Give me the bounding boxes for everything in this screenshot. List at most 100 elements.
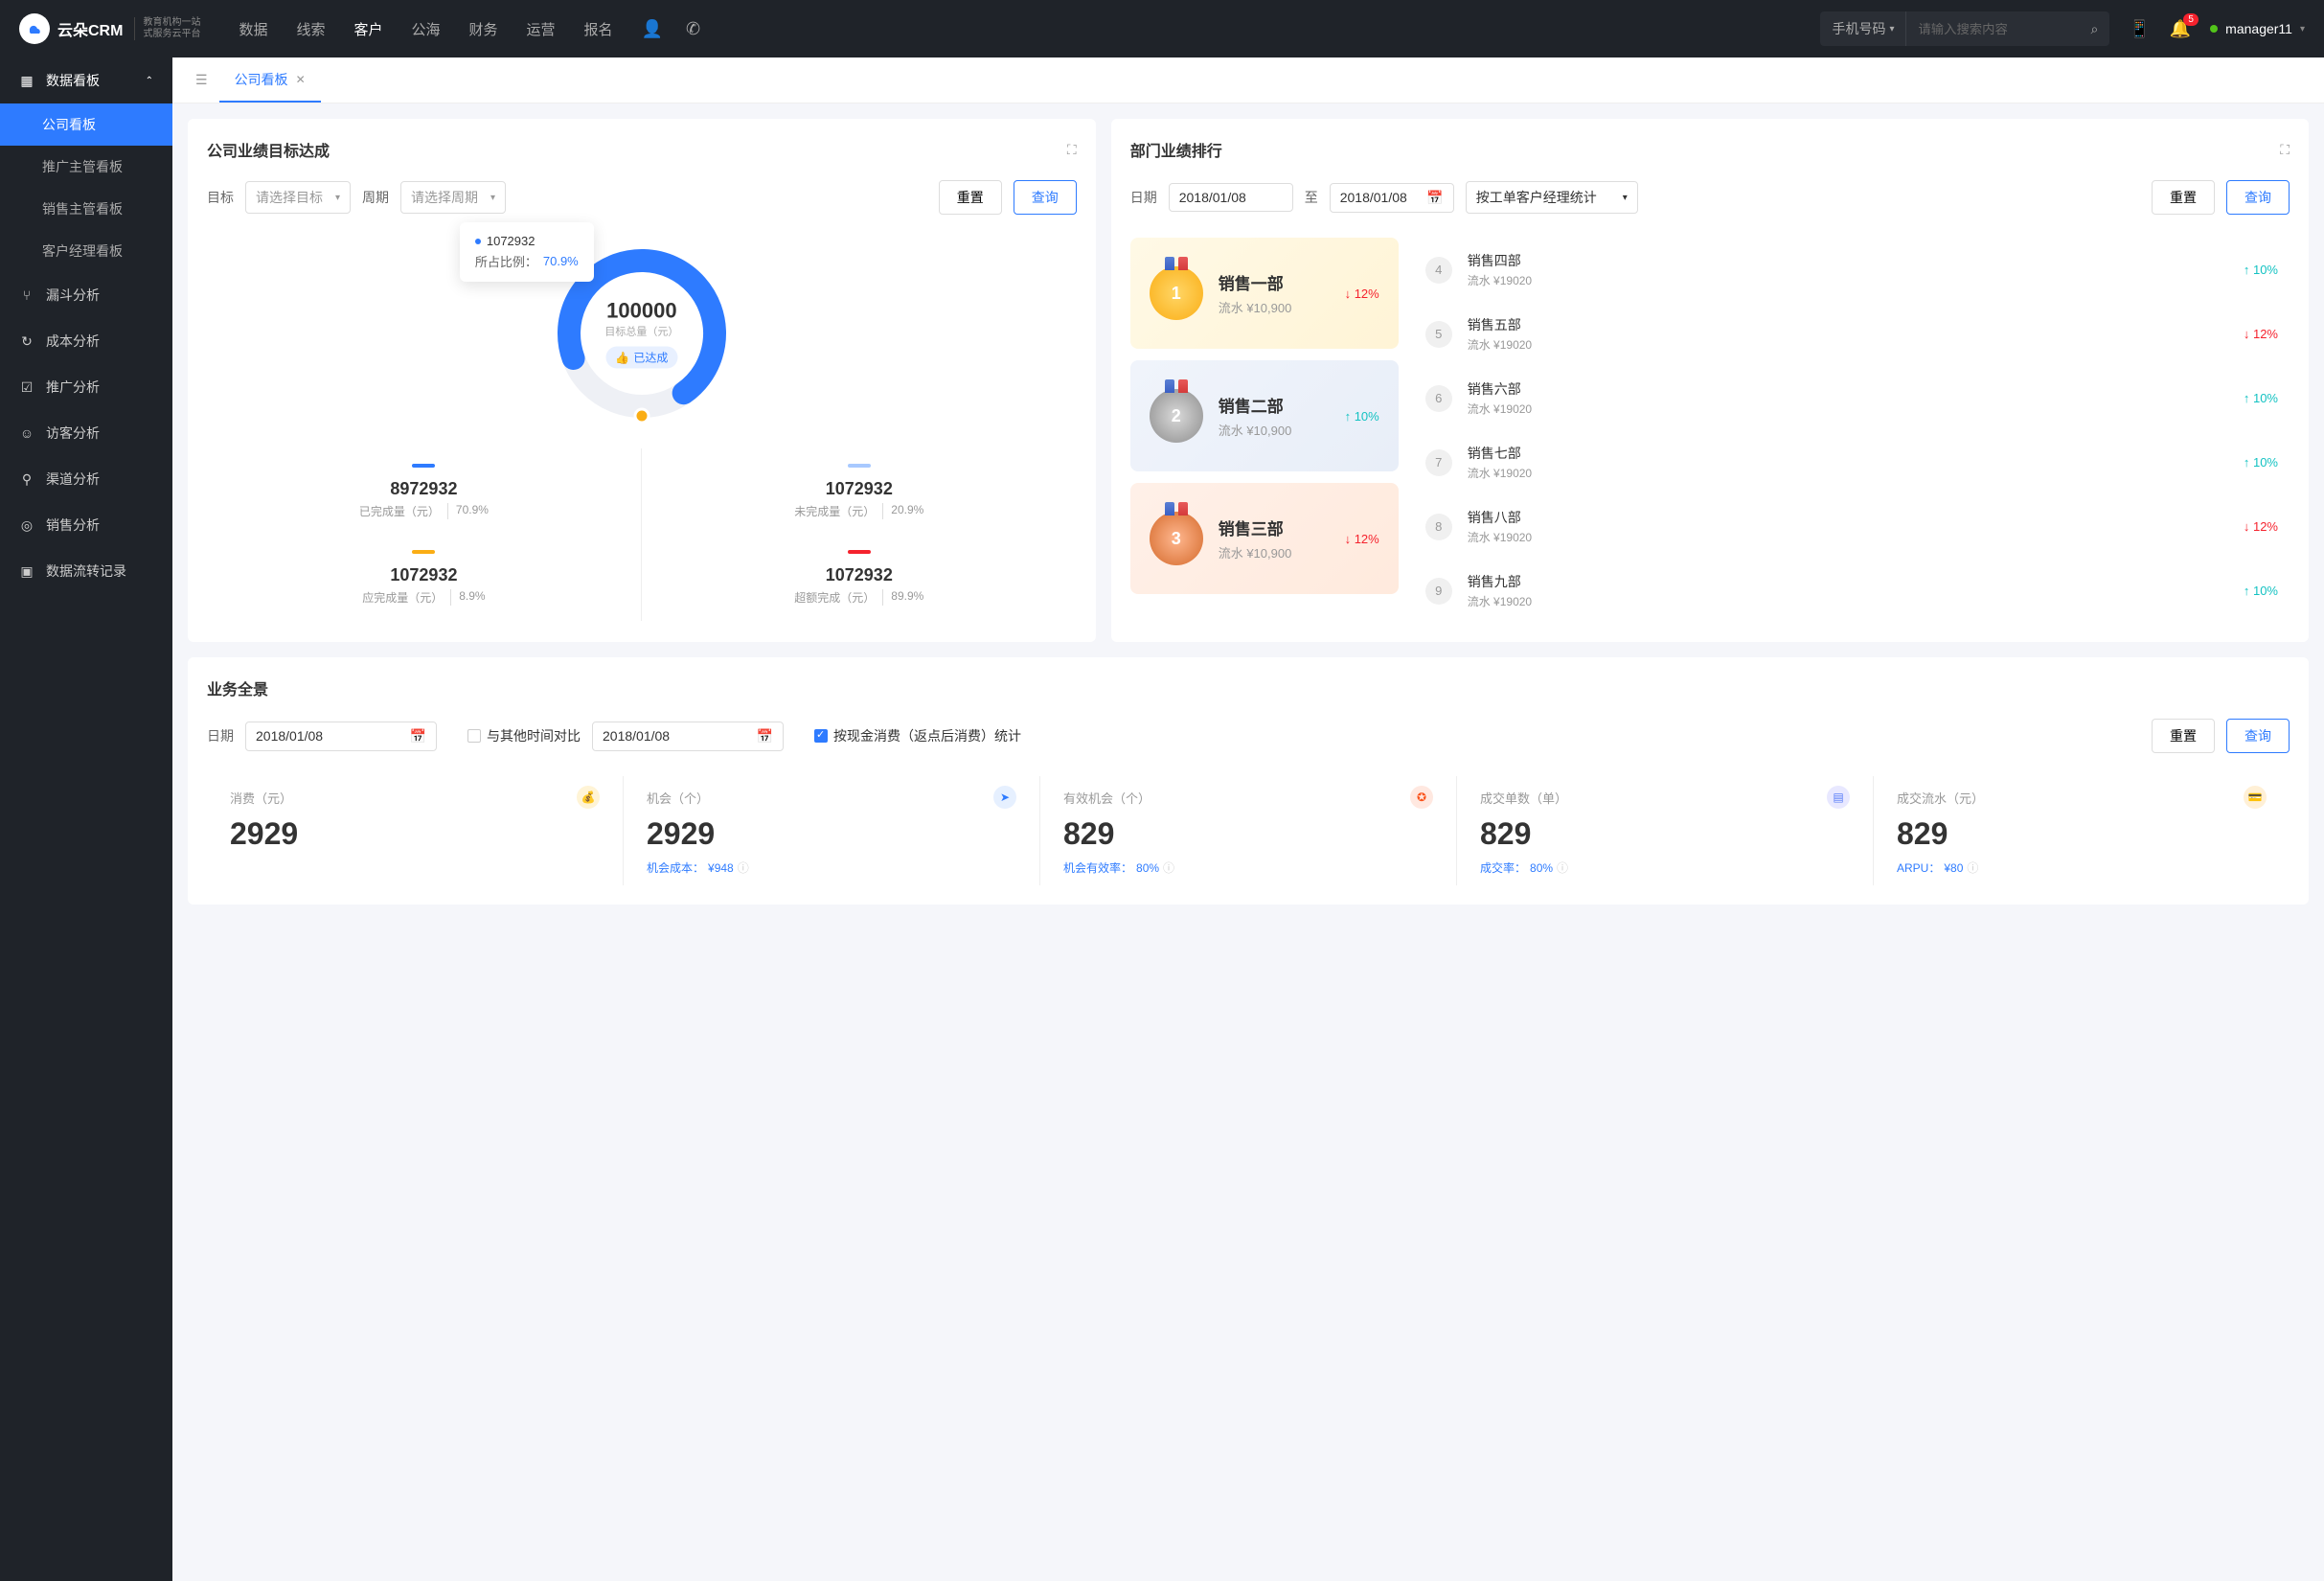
stat-cell: 1072932未完成量（元）20.9% bbox=[642, 448, 1077, 535]
rank-top-item[interactable]: 1销售一部流水 ¥10,900↓ 12% bbox=[1130, 238, 1399, 349]
kpi-icon: ▤ bbox=[1827, 786, 1850, 809]
topnav-item[interactable]: 报名 bbox=[584, 19, 613, 39]
brand-name: 云朵CRM bbox=[57, 17, 123, 40]
sidebar-group-dashboard[interactable]: ▦ 数据看板 ⌃ bbox=[0, 57, 172, 103]
phone-icon[interactable]: ✆ bbox=[686, 19, 700, 39]
user-icon[interactable]: 👤 bbox=[642, 19, 663, 39]
search-button[interactable]: ⌕ bbox=[2079, 21, 2109, 37]
top-nav: 数据 线索 客户 公海 财务 运营 报名 bbox=[239, 19, 612, 39]
search: 手机号码▾ ⌕ bbox=[1820, 11, 2109, 46]
kpi-cell: 成交流水（元）💳829ARPU：¥80ⓘ bbox=[1874, 776, 2290, 885]
status-dot bbox=[2210, 25, 2218, 33]
stat-cell: 1072932超额完成（元）89.9% bbox=[642, 535, 1077, 621]
user-menu[interactable]: manager11 ▾ bbox=[2210, 21, 2305, 36]
sidebar-icon: ▣ bbox=[19, 563, 34, 580]
rank-row[interactable]: 4销售四部流水 ¥19020↑ 10% bbox=[1414, 238, 2290, 302]
rank-row[interactable]: 5销售五部流水 ¥19020↓ 12% bbox=[1414, 302, 2290, 366]
calendar-icon: 📅 bbox=[410, 728, 426, 745]
rank-filter-select[interactable]: 按工单客户经理统计▾ bbox=[1466, 181, 1638, 214]
rank-row[interactable]: 6销售六部流水 ¥19020↑ 10% bbox=[1414, 366, 2290, 430]
rank-reset-button[interactable]: 重置 bbox=[2152, 180, 2215, 215]
chevron-up-icon: ⌃ bbox=[146, 76, 153, 86]
medal-icon: 2 bbox=[1150, 389, 1203, 443]
goal-query-button[interactable]: 查询 bbox=[1014, 180, 1077, 215]
kpi-cell: 机会（个）➤2929机会成本：¥948ⓘ bbox=[624, 776, 1040, 885]
sidebar-sub-item[interactable]: 推广主管看板 bbox=[0, 146, 172, 188]
rank-card: 部门业绩排行 ⛶ 日期 2018/01/08 至 2018/01/08📅 按工单… bbox=[1111, 119, 2309, 642]
sidebar-sub-item[interactable]: 客户经理看板 bbox=[0, 230, 172, 272]
overview-title: 业务全景 bbox=[207, 676, 268, 699]
search-type-select[interactable]: 手机号码▾ bbox=[1820, 11, 1906, 46]
medal-icon: 1 bbox=[1150, 266, 1203, 320]
sidebar-item[interactable]: ☑推广分析 bbox=[0, 364, 172, 410]
logo[interactable]: 云朵CRM 教育机构一站式服务云平台 bbox=[19, 13, 200, 44]
goal-period-select[interactable]: 请选择周期▾ bbox=[400, 181, 506, 214]
search-input[interactable] bbox=[1906, 11, 2079, 46]
goal-reset-button[interactable]: 重置 bbox=[939, 180, 1002, 215]
logo-icon bbox=[19, 13, 50, 44]
rank-title: 部门业绩排行 bbox=[1130, 138, 1222, 161]
sidebar-item[interactable]: ⚲渠道分析 bbox=[0, 456, 172, 502]
topnav-item[interactable]: 数据 bbox=[239, 19, 267, 39]
goal-card: 公司业绩目标达成 ⛶ 目标 请选择目标▾ 周期 请选择周期▾ 重置 查询 bbox=[188, 119, 1096, 642]
sidebar-item[interactable]: ▣数据流转记录 bbox=[0, 548, 172, 594]
donut-chart: 100000 目标总量（元） 👍已达成 1072932 所占比例：70.9% bbox=[546, 238, 738, 429]
rank-top-item[interactable]: 2销售二部流水 ¥10,900↑ 10% bbox=[1130, 360, 1399, 471]
sidebar-item[interactable]: ☺访客分析 bbox=[0, 410, 172, 456]
rank-row[interactable]: 9销售九部流水 ¥19020↑ 10% bbox=[1414, 559, 2290, 623]
sidebar-sub-item[interactable]: 销售主管看板 bbox=[0, 188, 172, 230]
sidebar-toggle[interactable]: ☰ bbox=[184, 72, 219, 88]
sidebar-icon: ◎ bbox=[19, 517, 34, 534]
rank-date-to[interactable]: 2018/01/08📅 bbox=[1330, 183, 1454, 213]
sidebar-icon: ⚲ bbox=[19, 471, 34, 488]
expand-icon[interactable]: ⛶ bbox=[2280, 142, 2290, 158]
topnav-item[interactable]: 运营 bbox=[527, 19, 556, 39]
rank-top-item[interactable]: 3销售三部流水 ¥10,900↓ 12% bbox=[1130, 483, 1399, 594]
notification-icon[interactable]: 🔔5 bbox=[2170, 19, 2191, 39]
medal-icon: 3 bbox=[1150, 512, 1203, 565]
kpi-cell: 成交单数（单）▤829成交率：80%ⓘ bbox=[1457, 776, 1874, 885]
notification-badge: 5 bbox=[2183, 13, 2199, 26]
topnav-item[interactable]: 公海 bbox=[412, 19, 441, 39]
topnav-item[interactable]: 财务 bbox=[469, 19, 498, 39]
sidebar-icon: ⑂ bbox=[19, 287, 34, 303]
rank-date-from[interactable]: 2018/01/08 bbox=[1169, 183, 1293, 212]
device-icon[interactable]: 📱 bbox=[2129, 19, 2150, 39]
overview-date2[interactable]: 2018/01/08📅 bbox=[592, 722, 784, 751]
goal-title: 公司业绩目标达成 bbox=[207, 138, 330, 161]
calendar-icon: 📅 bbox=[1426, 190, 1443, 206]
expand-icon[interactable]: ⛶ bbox=[1067, 142, 1077, 158]
cash-checkbox[interactable]: 按现金消费（返点后消费）统计 bbox=[814, 726, 1021, 745]
kpi-icon: ➤ bbox=[993, 786, 1016, 809]
tab-bar: ☰ 公司看板 ✕ bbox=[172, 57, 2324, 103]
sidebar-item[interactable]: ◎销售分析 bbox=[0, 502, 172, 548]
sidebar-item[interactable]: ↻成本分析 bbox=[0, 318, 172, 364]
topnav-item[interactable]: 客户 bbox=[353, 19, 382, 39]
kpi-icon: ✪ bbox=[1410, 786, 1433, 809]
goal-target-select[interactable]: 请选择目标▾ bbox=[245, 181, 351, 214]
overview-query-button[interactable]: 查询 bbox=[2226, 719, 2290, 753]
stat-cell: 8972932已完成量（元）70.9% bbox=[207, 448, 642, 535]
rank-row[interactable]: 7销售七部流水 ¥19020↑ 10% bbox=[1414, 430, 2290, 494]
tab-close-icon[interactable]: ✕ bbox=[296, 73, 306, 86]
kpi-icon: 💰 bbox=[577, 786, 600, 809]
dashboard-icon: ▦ bbox=[19, 73, 34, 89]
rank-query-button[interactable]: 查询 bbox=[2226, 180, 2290, 215]
calendar-icon: 📅 bbox=[757, 728, 773, 745]
sidebar-item[interactable]: ⑂漏斗分析 bbox=[0, 272, 172, 318]
topnav-item[interactable]: 线索 bbox=[296, 19, 325, 39]
sidebar: ▦ 数据看板 ⌃ 公司看板推广主管看板销售主管看板客户经理看板 ⑂漏斗分析↻成本… bbox=[0, 57, 172, 1581]
tab-company-board[interactable]: 公司看板 ✕ bbox=[219, 57, 321, 103]
brand-sub: 教育机构一站式服务云平台 bbox=[134, 17, 200, 40]
chart-tooltip: 1072932 所占比例：70.9% bbox=[460, 222, 594, 282]
compare-checkbox[interactable]: 与其他时间对比 bbox=[467, 726, 581, 745]
stat-cell: 1072932应完成量（元）8.9% bbox=[207, 535, 642, 621]
kpi-icon: 💳 bbox=[2244, 786, 2267, 809]
rank-row[interactable]: 8销售八部流水 ¥19020↓ 12% bbox=[1414, 494, 2290, 559]
overview-date1[interactable]: 2018/01/08📅 bbox=[245, 722, 437, 751]
sidebar-sub-item[interactable]: 公司看板 bbox=[0, 103, 172, 146]
overview-reset-button[interactable]: 重置 bbox=[2152, 719, 2215, 753]
donut-total: 100000 bbox=[604, 299, 678, 324]
kpi-cell: 有效机会（个）✪829机会有效率：80%ⓘ bbox=[1040, 776, 1457, 885]
username: manager11 bbox=[2225, 21, 2292, 36]
